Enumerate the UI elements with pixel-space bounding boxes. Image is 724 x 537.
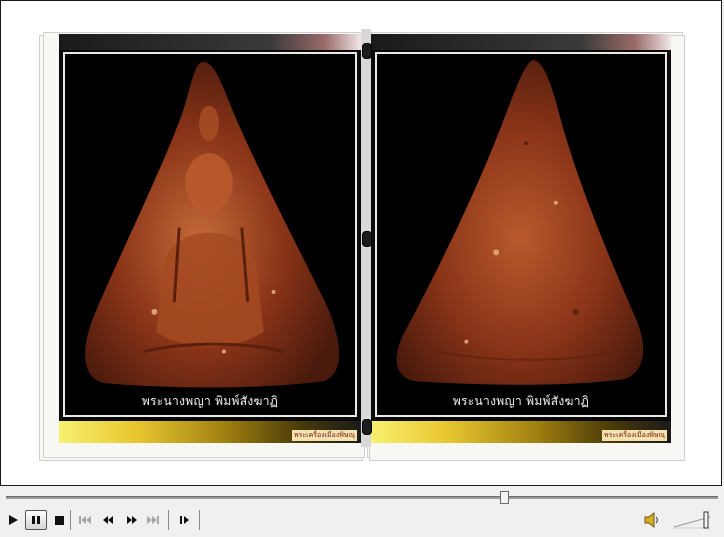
fast-forward-icon — [127, 516, 137, 524]
page-header-band — [59, 34, 361, 50]
right-page: พระนางพญา พิมพ์สังฆาฏิ พระเครื่องเมืองพิ… — [371, 34, 671, 443]
skip-back-icon — [79, 516, 91, 524]
page-footer-band: พระเครื่องเมืองพิษณุ — [59, 421, 361, 443]
right-page-caption: พระนางพญา พิมพ์สังฆาฏิ — [452, 394, 590, 408]
book-binding — [361, 29, 372, 447]
control-separator — [199, 510, 200, 530]
play-button[interactable] — [4, 511, 22, 529]
left-page-stamp: พระเครื่องเมืองพิษณุ — [292, 430, 357, 441]
rewind-icon — [103, 516, 113, 524]
frame-step-icon — [180, 516, 189, 524]
binding-ring — [362, 231, 372, 247]
flipbook: พระนางพญา พิมพ์สังฆาฏิ พระเครื่องเมืองพิ… — [39, 29, 685, 461]
previous-button[interactable] — [78, 511, 92, 529]
pause-button[interactable] — [25, 510, 47, 530]
left-page: พระนางพญา พิมพ์สังฆาฏิ พระเครื่องเมืองพิ… — [59, 34, 361, 443]
control-separator — [168, 510, 169, 530]
speaker-icon — [644, 511, 659, 529]
amulet-front-photo — [63, 52, 357, 417]
volume-ramp-icon — [673, 511, 711, 529]
control-separator — [70, 510, 71, 530]
amulet-back-image — [396, 59, 644, 385]
amulet-back-photo — [375, 52, 667, 417]
video-viewport: พระนางพญา พิมพ์สังฆาฏิ พระเครื่องเมืองพิ… — [0, 0, 722, 486]
amulet-front-image — [85, 61, 340, 388]
frame-step-button[interactable] — [178, 511, 192, 529]
stop-button[interactable] — [52, 511, 66, 529]
right-page-stamp: พระเครื่องเมืองพิษณุ — [602, 430, 667, 441]
binding-ring — [362, 43, 372, 59]
left-page-caption: พระนางพญา พิมพ์สังฆาฏิ — [141, 394, 279, 408]
page-header-band — [371, 34, 671, 50]
binding-ring — [362, 419, 372, 435]
volume-button[interactable] — [644, 511, 660, 529]
seek-bar[interactable] — [6, 496, 718, 499]
volume-slider[interactable] — [672, 510, 716, 530]
skip-forward-icon — [147, 516, 159, 524]
next-button[interactable] — [146, 511, 160, 529]
seek-thumb[interactable] — [500, 491, 509, 504]
page-footer-band: พระเครื่องเมืองพิษณุ — [371, 421, 671, 443]
rewind-button[interactable] — [100, 511, 116, 529]
play-icon — [9, 515, 18, 525]
pause-icon — [32, 516, 40, 524]
stop-icon — [54, 515, 64, 525]
fast-forward-button[interactable] — [124, 511, 140, 529]
